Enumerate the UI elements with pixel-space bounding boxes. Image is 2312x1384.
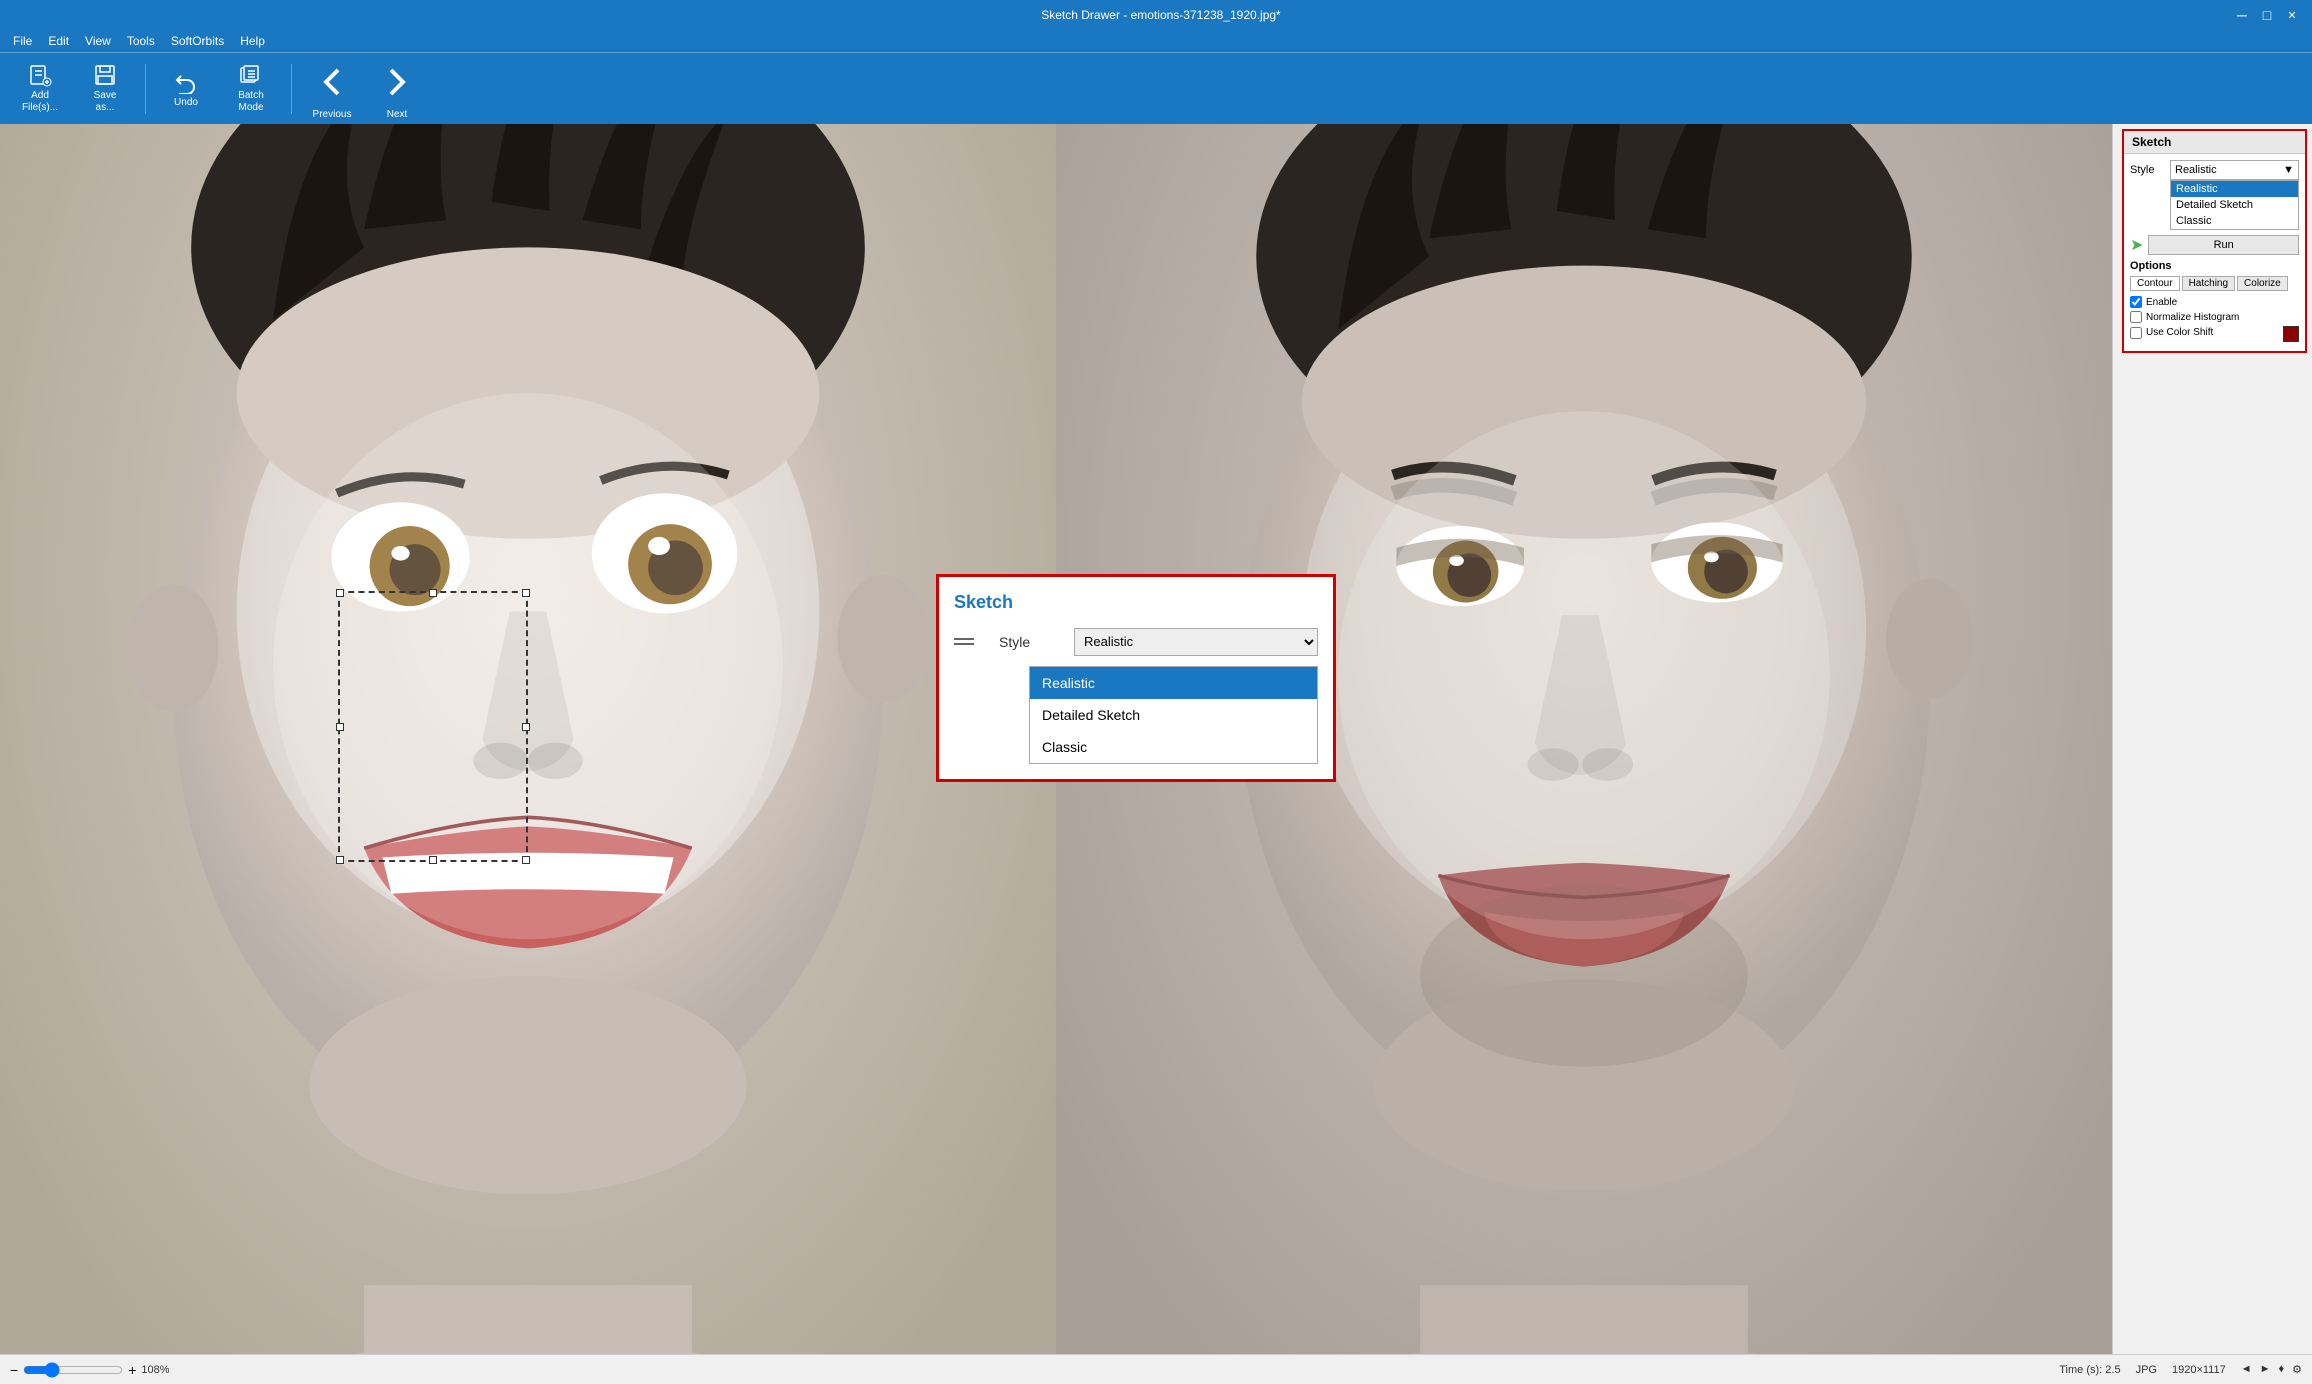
dimensions-label: 1920×1117: [2172, 1364, 2226, 1376]
save-as-label: Saveas...: [94, 90, 117, 114]
status-bar: − + 108% Time (s): 2.5 JPG 1920×1117 ◄ ►…: [0, 1354, 2312, 1384]
color-shift-row: Use Color Shift: [2130, 326, 2299, 342]
center-dropdown-list: Realistic Detailed Sketch Classic: [1029, 666, 1318, 764]
close-button[interactable]: ✕: [2282, 5, 2302, 25]
toolbar-separator-2: [291, 64, 292, 114]
menu-view[interactable]: View: [77, 30, 119, 52]
color-shift-check-row: Use Color Shift: [2130, 327, 2213, 339]
window-title: Sketch Drawer - emotions-371238_1920.jpg…: [90, 8, 2232, 22]
zoom-value: 108%: [141, 1364, 169, 1376]
rp-select-display[interactable]: Realistic ▼: [2170, 160, 2299, 180]
nav-icon-1[interactable]: ◄: [2241, 1363, 2252, 1376]
rp-tabs: Contour Hatching Colorize: [2130, 276, 2299, 291]
color-shift-checkbox[interactable]: [2130, 327, 2142, 339]
tab-colorize[interactable]: Colorize: [2237, 276, 2288, 291]
zoom-slider[interactable]: [23, 1362, 123, 1378]
dropdown-item-detailed[interactable]: Detailed Sketch: [1030, 699, 1317, 731]
canvas-area[interactable]: Sketch Style Realistic Detailed Sketch C…: [0, 124, 2112, 1354]
normalize-row: Normalize Histogram: [2130, 311, 2299, 323]
run-button[interactable]: Run: [2148, 235, 2299, 255]
time-label: Time (s): 2.5: [2059, 1364, 2120, 1376]
center-options-icon: [954, 638, 974, 645]
batch-mode-icon: [239, 63, 263, 87]
nav-icons: ◄ ► ♦ ⚙: [2241, 1363, 2302, 1376]
color-swatch[interactable]: [2283, 326, 2299, 342]
undo-button[interactable]: Undo: [156, 58, 216, 120]
color-shift-label[interactable]: Use Color Shift: [2146, 327, 2213, 338]
undo-label: Undo: [174, 97, 198, 108]
zoom-out-button[interactable]: −: [10, 1362, 18, 1378]
add-files-label: AddFile(s)...: [22, 90, 58, 114]
nav-icon-2[interactable]: ►: [2260, 1363, 2271, 1376]
tab-hatching[interactable]: Hatching: [2182, 276, 2235, 291]
rp-sketch-header: Sketch: [2124, 131, 2305, 154]
rp-option-realistic[interactable]: Realistic: [2171, 181, 2298, 197]
status-right: Time (s): 2.5 JPG 1920×1117 ◄ ► ♦ ⚙: [2059, 1363, 2302, 1376]
format-label: JPG: [2136, 1364, 2157, 1376]
batch-mode-button[interactable]: BatchMode: [221, 58, 281, 120]
right-panel-sketch: Sketch Style Realistic ▼ Realistic Detai…: [2122, 129, 2307, 353]
center-style-select[interactable]: Realistic Detailed Sketch Classic: [1074, 628, 1318, 656]
rp-body: Style Realistic ▼ Realistic Detailed Ske…: [2124, 154, 2305, 351]
next-label: Next: [387, 109, 408, 120]
batch-mode-label: BatchMode: [238, 90, 264, 114]
window-controls: ─ □ ✕: [2232, 5, 2302, 25]
toolbar-separator-1: [145, 64, 146, 114]
run-arrow-icon: ➤: [2130, 235, 2143, 255]
rp-options-title: Options: [2130, 260, 2299, 272]
next-button[interactable]: Next: [367, 58, 427, 120]
right-panel: Sketch Style Realistic ▼ Realistic Detai…: [2112, 124, 2312, 1354]
nav-icon-3[interactable]: ♦: [2279, 1363, 2285, 1376]
menu-tools[interactable]: Tools: [119, 30, 163, 52]
menu-help[interactable]: Help: [232, 30, 273, 52]
menu-softorbits[interactable]: SoftOrbits: [163, 30, 232, 52]
menu-file[interactable]: File: [5, 30, 40, 52]
normalize-checkbox[interactable]: [2130, 311, 2142, 323]
rp-style-label: Style: [2130, 164, 2165, 176]
menu-edit[interactable]: Edit: [40, 30, 77, 52]
options-line-2: [954, 643, 974, 645]
save-as-icon: [93, 63, 117, 87]
rp-option-classic[interactable]: Classic: [2171, 213, 2298, 229]
previous-button[interactable]: Previous: [302, 58, 362, 120]
enable-label[interactable]: Enable: [2146, 297, 2177, 308]
add-files-button[interactable]: AddFile(s)...: [10, 58, 70, 120]
enable-row: Enable: [2130, 296, 2299, 308]
zoom-in-button[interactable]: +: [128, 1362, 136, 1378]
dropdown-item-classic[interactable]: Classic: [1030, 731, 1317, 763]
rp-style-row: Style Realistic ▼ Realistic Detailed Ske…: [2130, 160, 2299, 180]
center-style-label: Style: [999, 634, 1059, 650]
previous-label: Previous: [313, 109, 352, 120]
add-files-icon: [28, 63, 52, 87]
main-content: Sketch Style Realistic Detailed Sketch C…: [0, 124, 2312, 1354]
rp-option-detailed[interactable]: Detailed Sketch: [2171, 197, 2298, 213]
status-left: − + 108%: [10, 1362, 170, 1378]
previous-icon: [308, 58, 356, 106]
left-face-svg: [0, 124, 1056, 1354]
undo-icon: [174, 70, 198, 94]
left-face-panel: [0, 124, 1056, 1354]
zoom-control: − + 108%: [10, 1362, 170, 1378]
next-icon: [373, 58, 421, 106]
center-dropdown-panel: Sketch Style Realistic Detailed Sketch C…: [936, 574, 1336, 782]
normalize-label[interactable]: Normalize Histogram: [2146, 312, 2239, 323]
menu-bar: File Edit View Tools SoftOrbits Help: [0, 30, 2312, 52]
center-style-row: Style Realistic Detailed Sketch Classic: [954, 628, 1318, 656]
title-bar: Sketch Drawer - emotions-371238_1920.jpg…: [0, 0, 2312, 30]
nav-icon-4[interactable]: ⚙: [2292, 1363, 2302, 1376]
enable-checkbox[interactable]: [2130, 296, 2142, 308]
tab-contour[interactable]: Contour: [2130, 276, 2180, 291]
dropdown-arrow-icon: ▼: [2283, 164, 2294, 176]
rp-select-container: Realistic ▼ Realistic Detailed Sketch Cl…: [2170, 160, 2299, 180]
save-as-button[interactable]: Saveas...: [75, 58, 135, 120]
minimize-button[interactable]: ─: [2232, 5, 2252, 25]
toolbar: AddFile(s)... Saveas... Undo BatchMode: [0, 52, 2312, 124]
maximize-button[interactable]: □: [2257, 5, 2277, 25]
rp-selected-value: Realistic: [2175, 164, 2217, 176]
options-line-1: [954, 638, 974, 640]
rp-dropdown: Realistic Detailed Sketch Classic: [2170, 180, 2299, 230]
dropdown-item-realistic[interactable]: Realistic: [1030, 667, 1317, 699]
rp-run-row: ➤ Run: [2130, 235, 2299, 255]
center-dropdown-title: Sketch: [954, 592, 1318, 613]
